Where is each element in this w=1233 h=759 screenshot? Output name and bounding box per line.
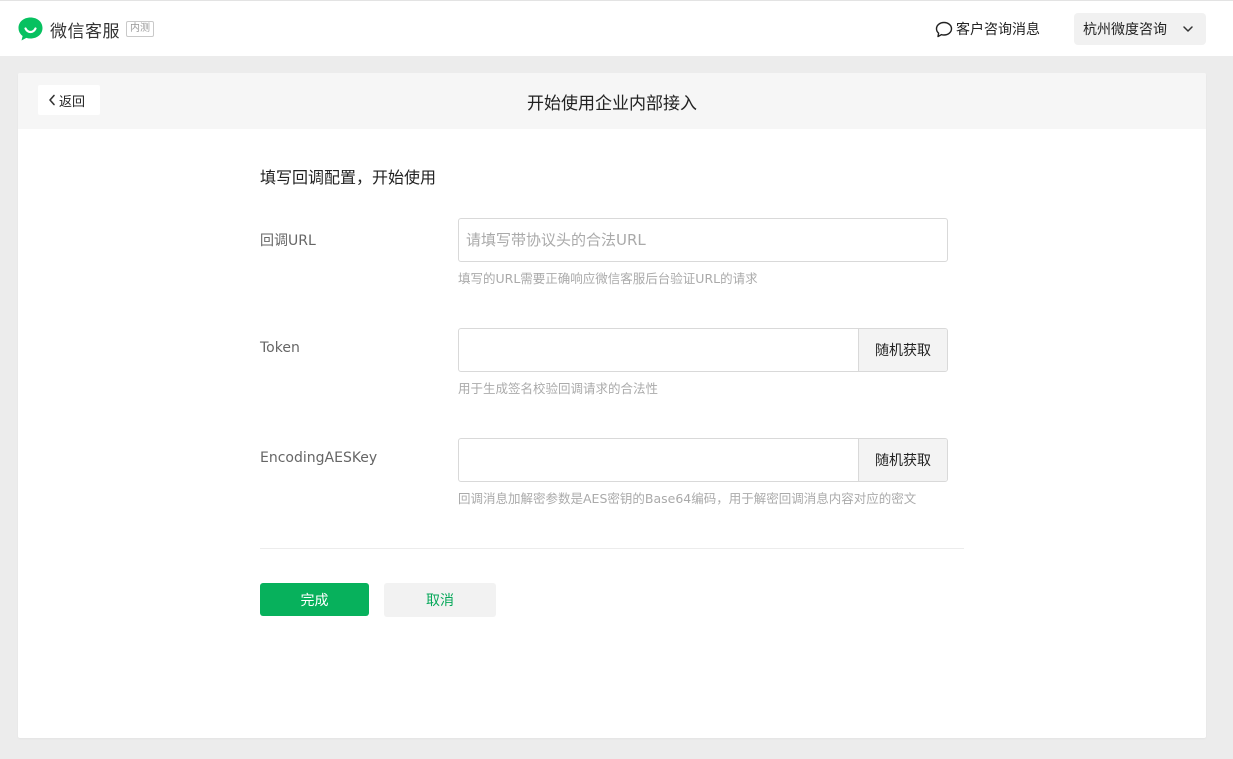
beta-badge: 内测 bbox=[126, 21, 154, 37]
aes-key-input[interactable] bbox=[459, 439, 858, 481]
chat-bubble-icon bbox=[935, 21, 953, 37]
aes-key-label: EncodingAESKey bbox=[260, 450, 378, 466]
aes-key-random-button[interactable]: 随机获取 bbox=[858, 439, 947, 481]
token-label: Token bbox=[260, 340, 300, 356]
brand[interactable]: 微信客服 内测 bbox=[17, 16, 154, 42]
section-title: 填写回调配置，开始使用 bbox=[260, 168, 437, 187]
done-button[interactable]: 完成 bbox=[260, 583, 369, 616]
callback-url-input[interactable] bbox=[459, 219, 947, 261]
customer-messages-label: 客户咨询消息 bbox=[956, 22, 1040, 38]
top-bar: 微信客服 内测 客户咨询消息 杭州微度咨询 bbox=[0, 0, 1233, 56]
brand-name: 微信客服 bbox=[50, 21, 120, 42]
setup-card: 返回 开始使用企业内部接入 填写回调配置，开始使用 回调URL 填写的URL需要… bbox=[18, 73, 1206, 738]
cancel-button[interactable]: 取消 bbox=[384, 583, 496, 617]
account-switcher[interactable]: 杭州微度咨询 bbox=[1074, 13, 1206, 45]
aes-key-hint: 回调消息加解密参数是AES密钥的Base64编码，用于解密回调消息内容对应的密文 bbox=[458, 491, 917, 506]
page-title: 开始使用企业内部接入 bbox=[527, 94, 697, 114]
wechat-kf-logo-icon bbox=[18, 17, 43, 41]
token-hint: 用于生成签名校验回调请求的合法性 bbox=[458, 381, 659, 396]
card-header: 返回 开始使用企业内部接入 bbox=[18, 73, 1206, 129]
token-field: 随机获取 bbox=[458, 328, 948, 372]
callback-url-field bbox=[458, 218, 948, 262]
aes-key-field: 随机获取 bbox=[458, 438, 948, 482]
token-input[interactable] bbox=[459, 329, 858, 371]
divider bbox=[260, 548, 964, 549]
token-random-button[interactable]: 随机获取 bbox=[858, 329, 947, 371]
customer-messages-link[interactable]: 客户咨询消息 bbox=[935, 19, 1040, 39]
callback-url-hint: 填写的URL需要正确响应微信客服后台验证URL的请求 bbox=[458, 271, 758, 286]
account-name: 杭州微度咨询 bbox=[1083, 22, 1167, 38]
callback-url-label: 回调URL bbox=[260, 233, 316, 249]
chevron-down-icon bbox=[1183, 26, 1193, 32]
